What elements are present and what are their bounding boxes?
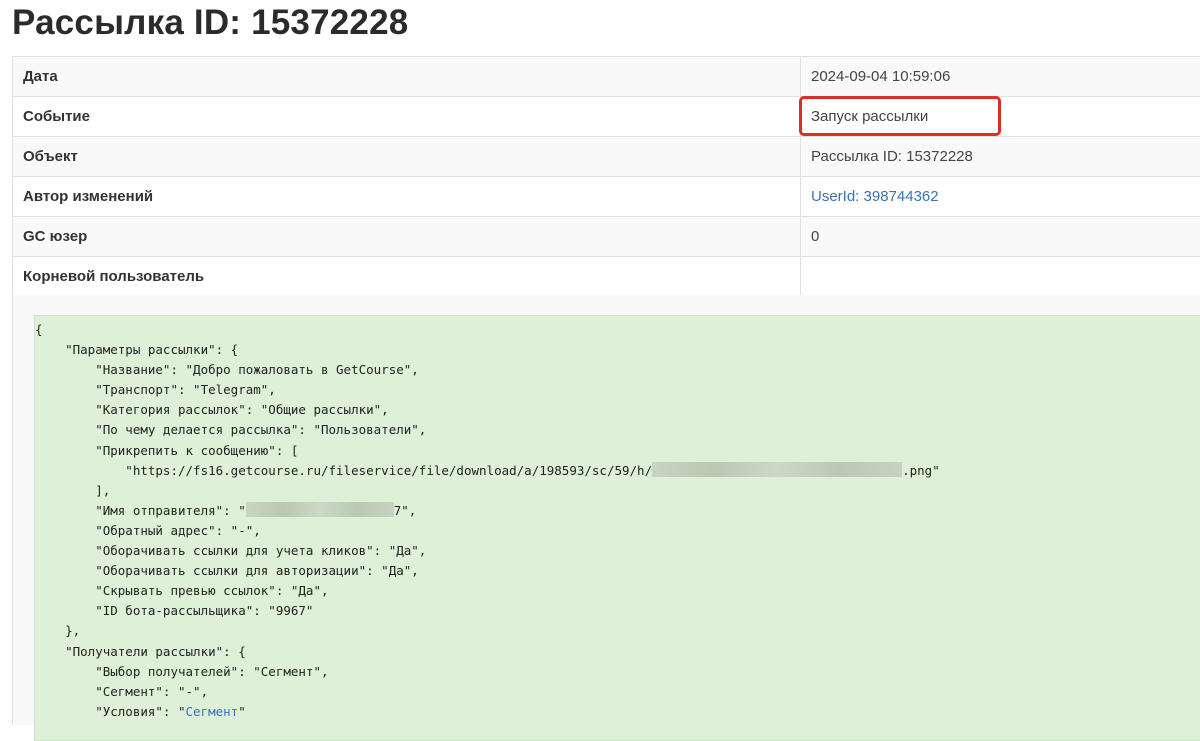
row-value-root-user [801,257,1200,297]
json-line: "Категория рассылок": "Общие рассылки", [35,402,389,417]
row-label-gc-user: GC юзер [13,217,801,257]
author-user-link[interactable]: UserId: 398744362 [811,188,939,205]
row-label-author: Автор изменений [13,177,801,217]
json-line: "Оборачивать ссылки для авторизации": "Д… [35,563,419,578]
json-line: "Получатели рассылки": { [35,644,246,659]
row-value-event: Запуск рассылки [801,97,1200,137]
json-line: ], [35,483,110,498]
row-value-gc-user: 0 [801,217,1200,257]
json-line: .png" [902,463,940,478]
table-row: Объект Рассылка ID: 15372228 [13,137,1200,177]
table-row: Дата 2024-09-04 10:59:06 [13,57,1200,97]
json-line: }, [35,623,80,638]
json-line: "Оборачивать ссылки для учета кликов": "… [35,543,426,558]
table-row: Событие Запуск рассылки [13,97,1200,137]
row-label-object: Объект [13,137,801,177]
redacted-block [652,462,902,477]
table-row: GC юзер 0 [13,217,1200,257]
json-line: "Скрывать превью ссылок": "Да", [35,583,329,598]
row-label-event: Событие [13,97,801,137]
json-details: { "Параметры рассылки": { "Название": "Д… [34,315,1200,741]
segment-link[interactable]: Сегмент [186,704,239,719]
row-value-object: Рассылка ID: 15372228 [801,137,1200,177]
json-line: "ID бота-рассыльщика": "9967" [35,603,313,618]
json-line: 7", [394,503,417,518]
json-line: "Сегмент": "-", [35,684,208,699]
json-line: "Имя отправителя": " [35,503,246,518]
row-value-author: UserId: 398744362 [801,177,1200,217]
json-line: "Обратный адрес": "-", [35,523,261,538]
json-line: { [35,322,43,337]
table-row: Корневой пользователь [13,257,1200,297]
table-row: Автор изменений UserId: 398744362 [13,177,1200,217]
row-value-date: 2024-09-04 10:59:06 [801,57,1200,97]
json-line: "Транспорт": "Telegram", [35,382,276,397]
json-line: "По чему делается рассылка": "Пользовате… [35,422,426,437]
redacted-block [246,502,394,517]
json-line: "https://fs16.getcourse.ru/fileservice/f… [35,463,652,478]
json-line: " [238,704,246,719]
json-line: "Название": "Добро пожаловать в GetCours… [35,362,419,377]
json-line: "Условия": " [35,704,186,719]
info-table: Дата 2024-09-04 10:59:06 Событие Запуск … [12,56,1200,297]
json-line: "Выбор получателей": "Сегмент", [35,664,329,679]
json-line: "Прикрепить к сообщению": [ [35,443,298,458]
page-title: Рассылка ID: 15372228 [12,0,408,46]
row-label-date: Дата [13,57,801,97]
json-container: { "Параметры рассылки": { "Название": "Д… [12,295,1200,725]
json-line: "Параметры рассылки": { [35,342,238,357]
row-label-root-user: Корневой пользователь [13,257,801,297]
